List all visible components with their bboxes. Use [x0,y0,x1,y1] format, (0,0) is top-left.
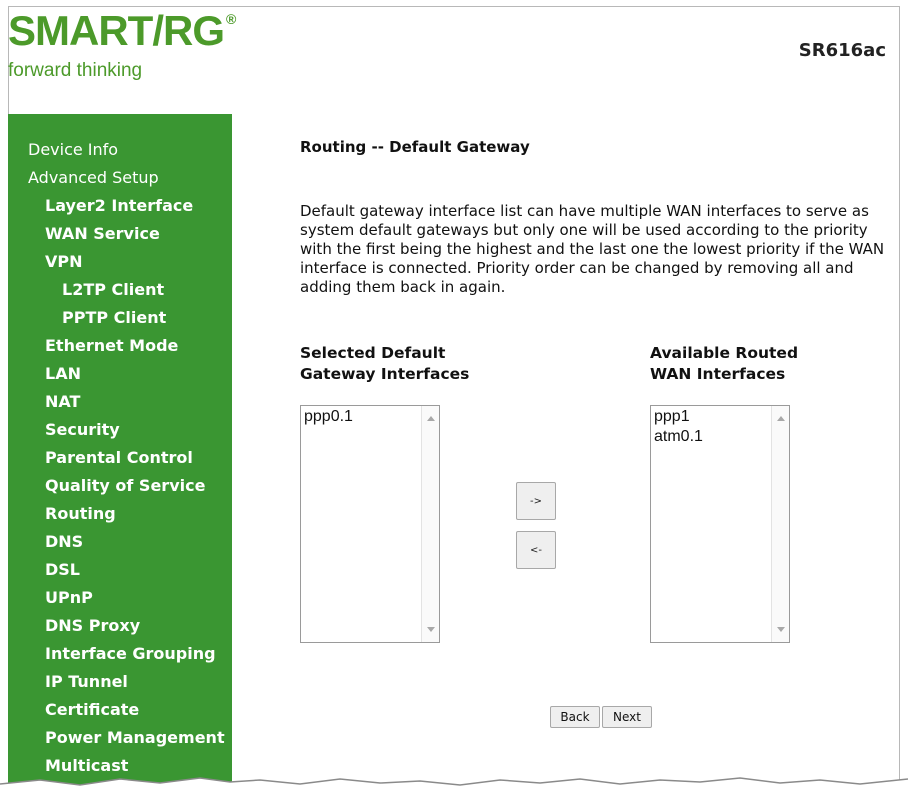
next-button[interactable]: Next [602,706,652,728]
selected-heading-line2: Gateway Interfaces [300,365,470,383]
sidebar-item-pptp-client[interactable]: PPTP Client [62,308,166,327]
sidebar-item-ethernet-mode[interactable]: Ethernet Mode [45,336,178,355]
logo-registered-mark: ® [226,11,236,27]
selected-heading-line1: Selected Default [300,344,446,362]
sidebar-item-security[interactable]: Security [45,420,120,439]
sidebar-item-dsl[interactable]: DSL [45,560,80,579]
selected-gateway-listbox[interactable]: ppp0.1 [300,405,440,643]
scroll-down-arrow-icon[interactable] [777,627,785,632]
list-option[interactable]: ppp0.1 [304,407,353,427]
sidebar-item-quality-of-service[interactable]: Quality of Service [45,476,205,495]
sidebar-item-device-info[interactable]: Device Info [28,140,118,159]
remove-interface-button[interactable]: <- [516,531,556,569]
sidebar-item-dns[interactable]: DNS [45,532,83,551]
selected-interfaces-heading: Selected Default Gateway Interfaces [300,343,469,385]
logo-text: SMART/RG [8,7,225,54]
sidebar-item-certificate[interactable]: Certificate [45,700,139,719]
listbox-scrollbar[interactable] [421,406,439,642]
device-model: SR616ac [798,40,886,61]
sidebar-item-upnp[interactable]: UPnP [45,588,93,607]
available-interfaces-heading: Available Routed WAN Interfaces [650,343,798,385]
sidebar-item-l2tp-client[interactable]: L2TP Client [62,280,164,299]
list-option[interactable]: atm0.1 [654,427,703,447]
sidebar-item-ip-tunnel[interactable]: IP Tunnel [45,672,128,691]
listbox-scrollbar[interactable] [771,406,789,642]
available-heading-line2: WAN Interfaces [650,365,786,383]
torn-edge-divider [0,777,908,795]
available-wan-listbox[interactable]: ppp1 atm0.1 [650,405,790,643]
sidebar-item-vpn[interactable]: VPN [45,252,83,271]
logo-tagline: forward thinking [8,60,143,81]
sidebar-nav: Device Info Advanced Setup Layer2 Interf… [8,114,232,786]
selected-gateway-options: ppp0.1 [304,407,353,427]
scroll-down-arrow-icon[interactable] [427,627,435,632]
list-option[interactable]: ppp1 [654,407,703,427]
scroll-up-arrow-icon[interactable] [427,416,435,421]
available-wan-options: ppp1 atm0.1 [654,407,703,447]
page-description: Default gateway interface list can have … [300,202,885,296]
available-heading-line1: Available Routed [650,344,799,362]
sidebar-item-nat[interactable]: NAT [45,392,80,411]
scroll-up-arrow-icon[interactable] [777,416,785,421]
page-title: Routing -- Default Gateway [300,138,530,156]
sidebar-item-advanced-setup[interactable]: Advanced Setup [28,168,159,187]
sidebar-item-power-management[interactable]: Power Management [45,728,225,747]
sidebar-item-parental-control[interactable]: Parental Control [45,448,193,467]
add-interface-button[interactable]: -> [516,482,556,520]
sidebar-item-dns-proxy[interactable]: DNS Proxy [45,616,140,635]
smartrg-logo: SMART/RG ® [8,7,236,54]
sidebar-item-layer2-interface[interactable]: Layer2 Interface [45,196,193,215]
back-button[interactable]: Back [550,706,600,728]
sidebar-item-interface-grouping[interactable]: Interface Grouping [45,644,216,663]
sidebar-item-lan[interactable]: LAN [45,364,81,383]
sidebar-item-wan-service[interactable]: WAN Service [45,224,160,243]
sidebar-item-routing[interactable]: Routing [45,504,116,523]
